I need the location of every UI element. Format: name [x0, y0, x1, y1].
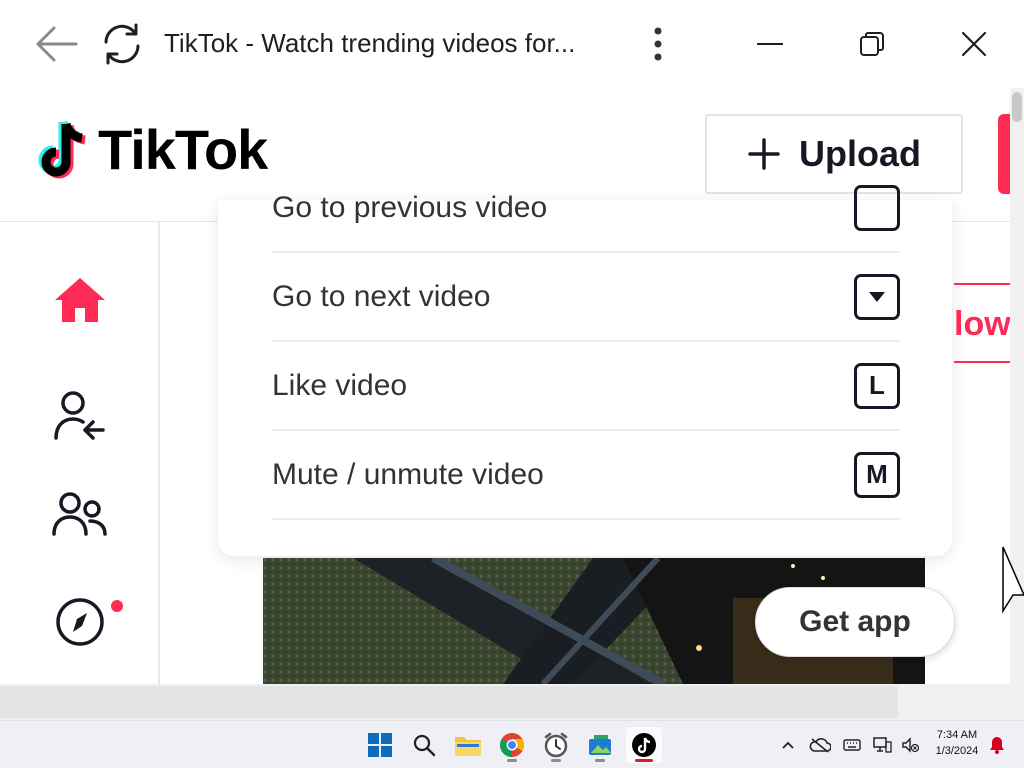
tiktok-taskbar-icon[interactable]	[626, 727, 662, 763]
tiktok-logo[interactable]: TikTok	[36, 118, 268, 182]
back-arrow-icon[interactable]	[30, 18, 82, 70]
side-navigation	[0, 222, 160, 684]
shortcut-row: Go to previous video	[272, 164, 900, 253]
login-button-edge[interactable]	[998, 114, 1010, 194]
taskbar-clock[interactable]: 7:34 AM 1/3/2024	[926, 727, 988, 759]
horizontal-scrollbar-thumb[interactable]	[0, 686, 898, 718]
clock-time: 7:34 AM	[936, 729, 978, 741]
windows-start-icon[interactable]	[362, 727, 398, 763]
minimize-icon[interactable]	[744, 18, 796, 70]
get-app-label: Get app	[799, 605, 911, 638]
key-up-icon	[854, 184, 900, 231]
notification-dot	[111, 600, 123, 612]
key-m: M	[854, 451, 900, 498]
key-down-icon	[854, 273, 900, 320]
window-title: TikTok - Watch trending videos for...	[164, 28, 576, 58]
restore-window-icon[interactable]	[846, 18, 898, 70]
vertical-scrollbar-thumb[interactable]	[1012, 92, 1022, 122]
keyboard-shortcuts-panel: Go to previous video Go to next video Li…	[218, 184, 952, 556]
follow-tab[interactable]: low	[954, 283, 1010, 363]
chevron-up-icon[interactable]	[778, 731, 798, 759]
notification-bell-icon[interactable]	[986, 731, 1008, 759]
window-titlebar: TikTok - Watch trending videos for...	[0, 0, 1024, 88]
more-options-icon[interactable]	[640, 18, 676, 70]
photos-app-icon[interactable]	[582, 727, 618, 763]
get-app-button[interactable]: Get app	[755, 587, 955, 657]
search-icon[interactable]	[406, 727, 442, 763]
explore-compass-icon[interactable]	[50, 592, 110, 652]
volume-muted-icon[interactable]	[898, 731, 922, 759]
alarm-clock-icon[interactable]	[538, 727, 574, 763]
file-explorer-icon[interactable]	[450, 727, 486, 763]
following-icon[interactable]	[50, 386, 110, 446]
key-l: L	[854, 362, 900, 409]
network-icon[interactable]	[870, 731, 894, 759]
refresh-icon[interactable]	[96, 18, 148, 70]
taskbar	[0, 720, 1024, 768]
keyboard-icon[interactable]	[840, 731, 864, 759]
home-icon[interactable]	[50, 270, 110, 330]
clock-date: 1/3/2024	[935, 745, 979, 757]
shortcut-label: Like video	[272, 368, 408, 402]
tiktok-note-icon	[38, 120, 86, 179]
shortcut-row: Mute / unmute video M	[272, 431, 900, 520]
shortcut-label: Mute / unmute video	[272, 457, 544, 491]
shortcut-label: Go to previous video	[272, 190, 548, 224]
chrome-icon[interactable]	[494, 727, 530, 763]
logo-text: TikTok	[98, 118, 268, 181]
shortcut-row: Like video L	[272, 342, 900, 431]
mouse-cursor-icon	[1002, 546, 1024, 619]
close-icon[interactable]	[948, 18, 1000, 70]
follow-tab-label: low	[954, 305, 1010, 343]
onedrive-offline-icon[interactable]	[808, 731, 832, 759]
shortcut-label: Go to next video	[272, 279, 491, 313]
shortcut-row: Go to next video	[272, 253, 900, 342]
friends-icon[interactable]	[50, 484, 110, 544]
